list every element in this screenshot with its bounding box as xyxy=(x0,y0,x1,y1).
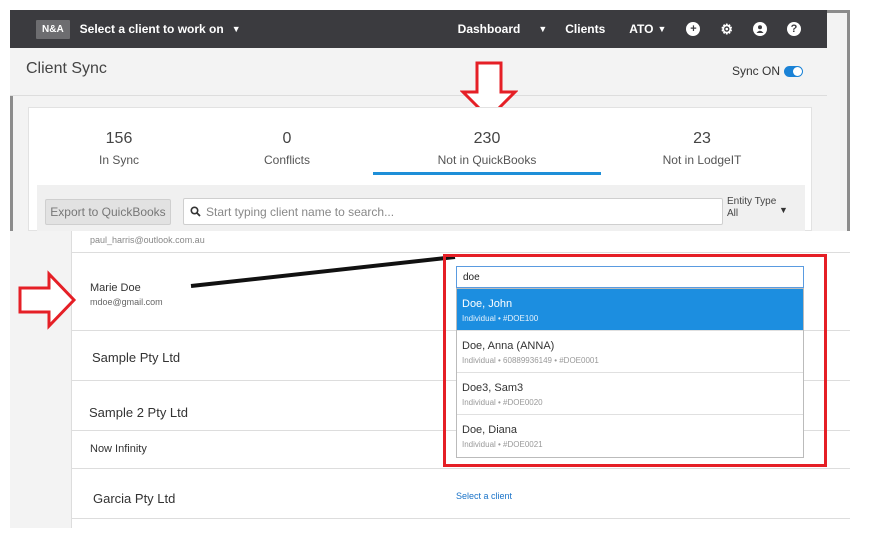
option-title: Doe, Diana xyxy=(462,424,518,436)
dropdown-option[interactable]: Doe, Diana Individual • #DOE0021 xyxy=(457,415,803,457)
option-title: Doe, John xyxy=(462,298,513,310)
dropdown-option[interactable]: Doe, Anna (ANNA) Individual • 6088993614… xyxy=(457,331,803,373)
client-match-dropdown: Doe, John Individual • #DOE100 Doe, Anna… xyxy=(456,288,804,458)
option-subtitle: Individual • #DOE100 xyxy=(462,314,539,323)
option-subtitle: Individual • #DOE0021 xyxy=(462,440,543,449)
client-match-input[interactable]: doe xyxy=(456,266,804,288)
option-title: Doe3, Sam3 xyxy=(462,382,524,394)
dropdown-option[interactable]: Doe3, Sam3 Individual • #DOE0020 xyxy=(457,373,803,415)
option-subtitle: Individual • 60889936149 • #DOE0001 xyxy=(462,356,599,365)
dropdown-option[interactable]: Doe, John Individual • #DOE100 xyxy=(457,289,803,331)
option-title: Doe, Anna (ANNA) xyxy=(462,340,555,352)
option-subtitle: Individual • #DOE0020 xyxy=(462,398,543,407)
